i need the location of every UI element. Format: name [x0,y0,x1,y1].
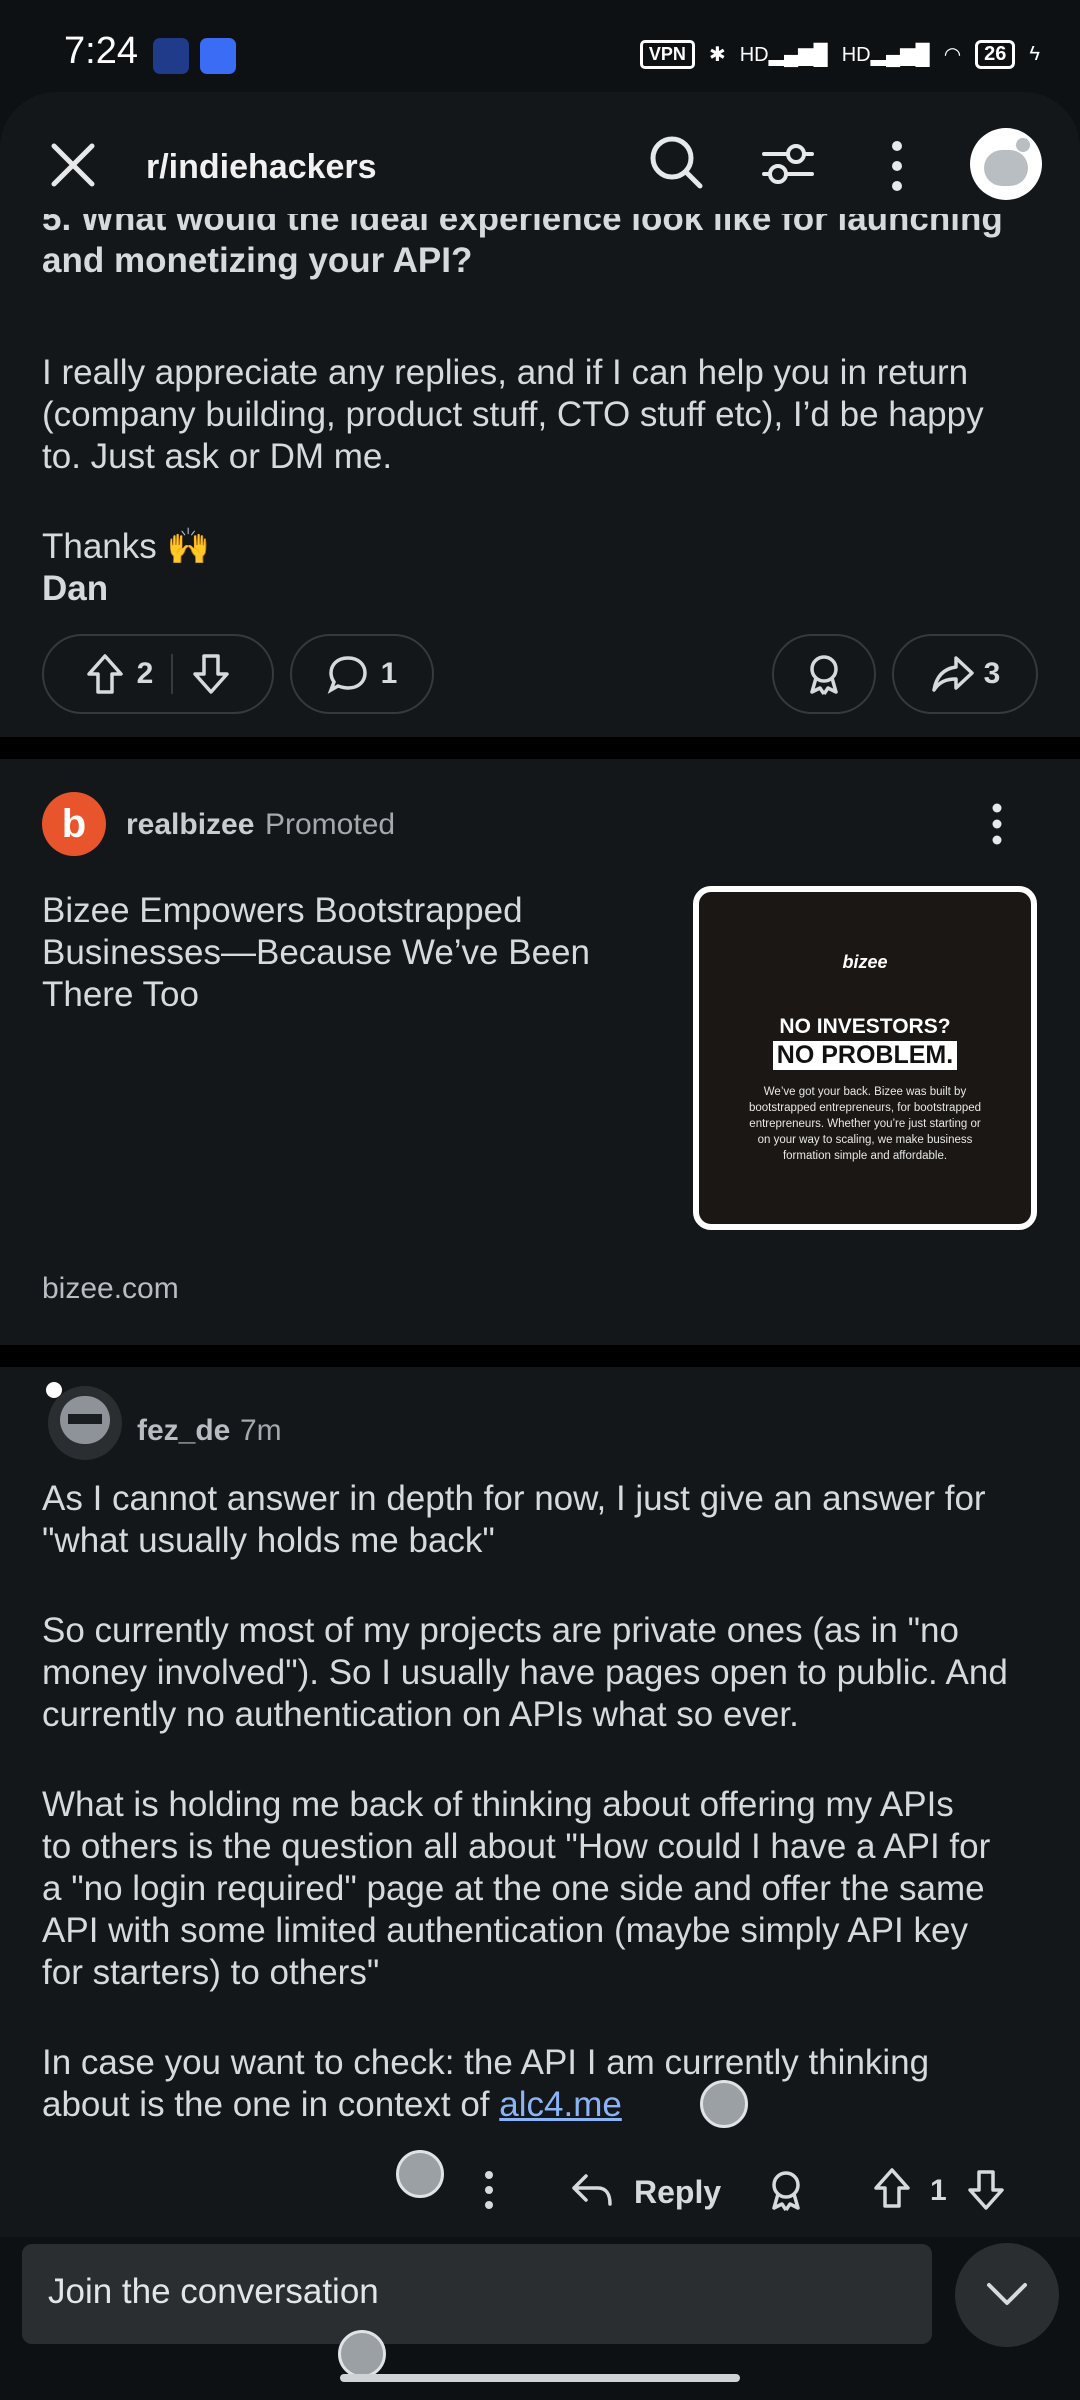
app-notification-icon [153,38,189,74]
comment-more-icon[interactable] [474,2168,504,2212]
filter-icon[interactable] [760,136,816,192]
charging-icon: ϟ [1029,42,1040,65]
comment-paragraph-2: So currently most of my projects are pri… [42,1611,1008,1734]
signal-icon-2: HD▂▄▆█ [841,43,930,66]
close-icon[interactable] [48,140,98,190]
ad-image[interactable]: bizee NO INVESTORS? NO PROBLEM. We’ve go… [693,886,1037,1230]
comment-age: 7m [240,1414,282,1447]
search-icon[interactable] [648,134,704,190]
promoted-label: Promoted [265,808,396,841]
touch-indicator [396,2150,444,2198]
post-signature: Dan [42,569,109,608]
downvote-icon[interactable] [191,652,231,696]
join-conversation-input[interactable]: Join the conversation [22,2244,932,2344]
vote-pill: 2 [42,634,274,714]
comment-count: 1 [380,657,398,690]
avatar[interactable] [970,128,1042,200]
post-heading-line: and monetizing your API? [42,241,473,280]
divider [0,1345,1080,1367]
composer-placeholder: Join the conversation [48,2272,379,2311]
award-icon [810,655,838,695]
ad-more-icon[interactable] [982,800,1012,850]
ad-image-body: We’ve got your back. Bizee was built by … [748,1086,982,1162]
advertiser-avatar[interactable]: b [42,792,106,856]
subreddit-title[interactable]: r/indiehackers [146,148,377,187]
chevron-down-icon [987,2283,1027,2305]
signal-icon: HD▂▄▆█ [739,43,828,66]
clock: 7:24 [64,30,138,72]
comment-paragraph-4: In case you want to check: the API I am … [42,2043,930,2124]
post-paragraph: I really appreciate any replies, and if … [42,353,984,476]
more-options-icon[interactable] [882,140,912,192]
post-thanks: Thanks 🙌 [42,527,211,566]
advertiser-name[interactable]: realbizee [126,808,254,842]
comment-link[interactable]: alc4.me [499,2085,622,2124]
ad-image-headline-2: NO PROBLEM. [772,1041,958,1070]
status-bar: 7:24 VPN ✱ HD▂▄▆█ HD▂▄▆█ ◠ 26 ϟ [0,0,1080,100]
comment-upvote-icon[interactable] [872,2166,912,2210]
touch-indicator [700,2080,748,2128]
comment-icon [327,656,367,694]
bluetooth-icon: ✱ [708,43,726,66]
comment-paragraph-3: What is holding me back of thinking abou… [42,1785,991,1992]
share-button[interactable]: 3 [892,634,1038,714]
comment-vote-count: 1 [930,2174,947,2207]
share-count: 3 [983,657,1001,690]
comment-award-icon[interactable] [766,2168,806,2212]
touch-indicator [338,2330,386,2378]
wifi-icon: ◠ [943,43,962,66]
battery-icon: 26 [975,39,1016,69]
comment-downvote-icon[interactable] [966,2168,1006,2212]
vpn-icon: VPN [639,39,695,69]
ad-domain[interactable]: bizee.com [42,1272,179,1306]
share-icon [931,656,974,692]
link-app-icon [200,38,236,74]
bizee-logo: bizee [842,952,888,972]
ad-image-headline-1: NO INVESTORS? [779,1015,951,1038]
home-indicator[interactable] [340,2374,740,2382]
comments-button[interactable]: 1 [290,634,434,714]
comment-author[interactable]: fez_de [137,1414,230,1448]
reply-button[interactable]: Reply [634,2174,721,2211]
comment-paragraph-1: As I cannot answer in depth for now, I j… [42,1479,986,1560]
ad-title[interactable]: Bizee Empowers Bootstrapped Businesses—B… [42,890,662,1016]
reply-icon[interactable] [570,2170,614,2210]
award-button[interactable] [772,634,876,714]
divider [0,737,1080,759]
scroll-down-button[interactable] [955,2243,1059,2347]
upvote-count: 2 [136,657,154,690]
post-heading: 5. What would the ideal experience look … [42,214,1032,282]
upvote-icon[interactable] [85,652,125,696]
online-indicator [46,1382,62,1398]
commenter-avatar[interactable] [48,1386,122,1460]
